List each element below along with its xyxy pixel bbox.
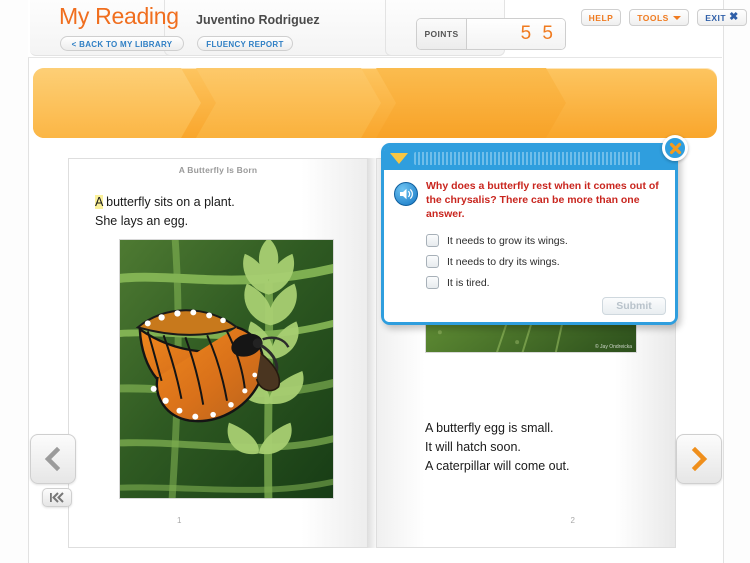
submit-answer-button[interactable]: Submit — [602, 297, 666, 315]
header-divider — [28, 57, 722, 58]
close-icon: ✖ — [729, 11, 739, 23]
right-page-line-2: It will hatch soon. — [425, 440, 521, 454]
checkbox-icon[interactable] — [426, 255, 439, 268]
first-page-button[interactable] — [42, 488, 72, 507]
butterfly-photo-art — [120, 240, 333, 498]
right-page-text: A butterfly egg is small. It will hatch … — [425, 419, 570, 476]
popup-drag-handle[interactable] — [414, 151, 641, 165]
points-value: 5 5 — [467, 19, 565, 49]
step-3-chevron[interactable] — [376, 68, 566, 138]
left-page-line-2: She lays an egg. — [95, 214, 189, 228]
left-page-text: A butterfly sits on a plant. She lays an… — [95, 193, 235, 231]
exit-label: EXIT — [705, 12, 727, 23]
checkbox-icon[interactable] — [426, 276, 439, 289]
left-page-line-1: A butterfly sits on a plant. — [95, 193, 235, 212]
quiz-popup-body: Why does a butterfly rest when it comes … — [384, 170, 675, 322]
quiz-popup-header[interactable] — [384, 146, 675, 170]
reading-app: My Reading < BACK TO MY LIBRARY Juventin… — [0, 0, 750, 563]
skip-to-start-icon — [50, 492, 64, 503]
student-name: Juventino Rodriguez — [196, 13, 320, 27]
quiz-question-text: Why does a butterfly rest when it comes … — [426, 180, 659, 220]
left-page-number: 1 — [177, 516, 182, 525]
help-button[interactable]: HELP — [581, 9, 621, 26]
progress-step-bar: 1 Preview & Read on My Own 2 Read & Reco… — [33, 68, 717, 138]
right-page-line-1: A butterfly egg is small. — [425, 421, 554, 435]
highlighted-word: A — [95, 195, 103, 209]
step-1-chevron[interactable] — [33, 68, 201, 138]
right-page-line-3: A caterpillar will come out. — [425, 459, 570, 473]
app-header: My Reading < BACK TO MY LIBRARY Juventin… — [28, 0, 747, 58]
book-spine — [368, 158, 376, 548]
quiz-choice-2-label: It needs to dry its wings. — [447, 255, 560, 268]
exit-button[interactable]: EXIT ✖ — [697, 9, 747, 26]
quiz-choice-1-label: It needs to grow its wings. — [447, 234, 568, 247]
quiz-popup: Why does a butterfly rest when it comes … — [381, 135, 688, 325]
close-x-icon — [669, 142, 681, 154]
previous-page-button[interactable] — [30, 434, 76, 484]
photo-watermark: © Jay Ondreicka — [594, 344, 632, 350]
quiz-popup-close-button[interactable] — [662, 135, 688, 161]
points-display: POINTS 5 5 — [416, 18, 566, 50]
next-page-button[interactable] — [676, 434, 722, 484]
left-page-line-1-rest: butterfly sits on a plant. — [102, 195, 235, 209]
fluency-report-button[interactable]: FLUENCY REPORT — [197, 36, 293, 51]
triangle-down-icon[interactable] — [390, 152, 408, 164]
step-2-chevron[interactable] — [196, 68, 381, 138]
tools-button[interactable]: TOOLS — [629, 9, 689, 26]
points-label: POINTS — [417, 19, 467, 49]
help-label: HELP — [588, 12, 614, 23]
speaker-icon — [399, 188, 413, 200]
book-page-left[interactable]: A Butterfly Is Born A butterfly sits on … — [68, 158, 368, 548]
quiz-choice-3-label: It is tired. — [447, 276, 490, 289]
checkbox-icon[interactable] — [426, 234, 439, 247]
butterfly-photo — [119, 239, 334, 499]
book-title: A Butterfly Is Born — [178, 165, 258, 175]
tools-label: TOOLS — [637, 12, 669, 23]
chevron-right-icon — [691, 447, 708, 471]
audio-play-button[interactable] — [394, 182, 418, 206]
back-to-library-button[interactable]: < BACK TO MY LIBRARY — [60, 36, 184, 51]
quiz-choice-3[interactable]: It is tired. — [426, 272, 665, 293]
quiz-choices: It needs to grow its wings. It needs to … — [426, 230, 665, 293]
right-page-number: 2 — [570, 516, 575, 525]
chevron-down-icon — [672, 15, 681, 20]
app-logo: My Reading — [59, 3, 179, 29]
quiz-choice-1[interactable]: It needs to grow its wings. — [426, 230, 665, 251]
quiz-choice-2[interactable]: It needs to dry its wings. — [426, 251, 665, 272]
chevron-left-icon — [44, 447, 61, 471]
